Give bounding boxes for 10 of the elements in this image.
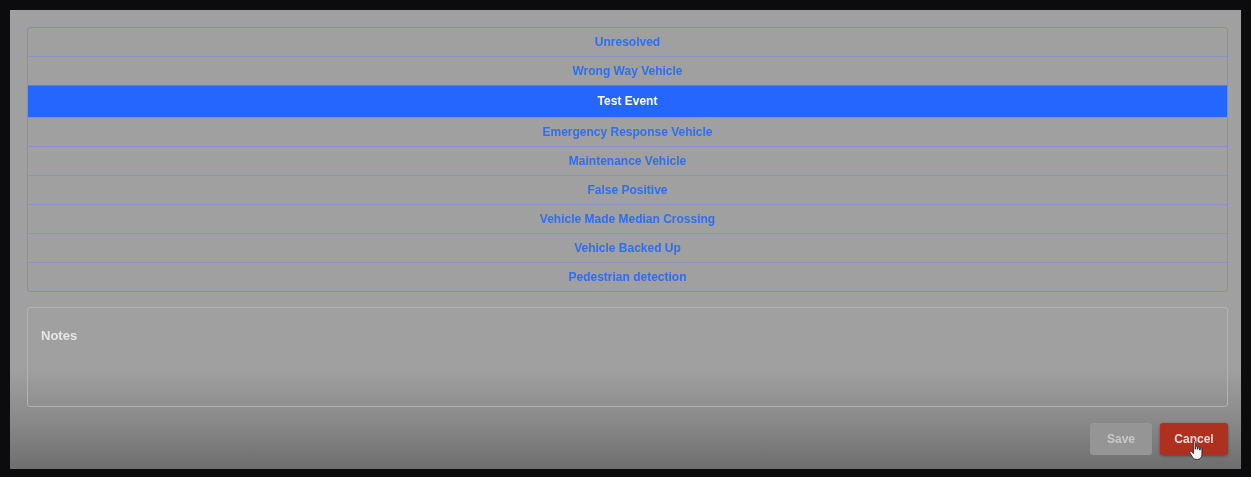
option-item[interactable]: Test Event [28, 85, 1227, 117]
notes-label: Notes [41, 328, 78, 343]
option-item[interactable]: Maintenance Vehicle [28, 146, 1227, 175]
option-item[interactable]: Vehicle Backed Up [28, 233, 1227, 262]
notes-field[interactable]: Notes [27, 307, 1228, 407]
option-item[interactable]: Pedestrian detection [28, 262, 1227, 291]
option-item[interactable]: False Positive [28, 175, 1227, 204]
option-item[interactable]: Vehicle Made Median Crossing [28, 204, 1227, 233]
option-item[interactable]: Emergency Response Vehicle [28, 117, 1227, 146]
option-item[interactable]: Unresolved [28, 28, 1227, 56]
